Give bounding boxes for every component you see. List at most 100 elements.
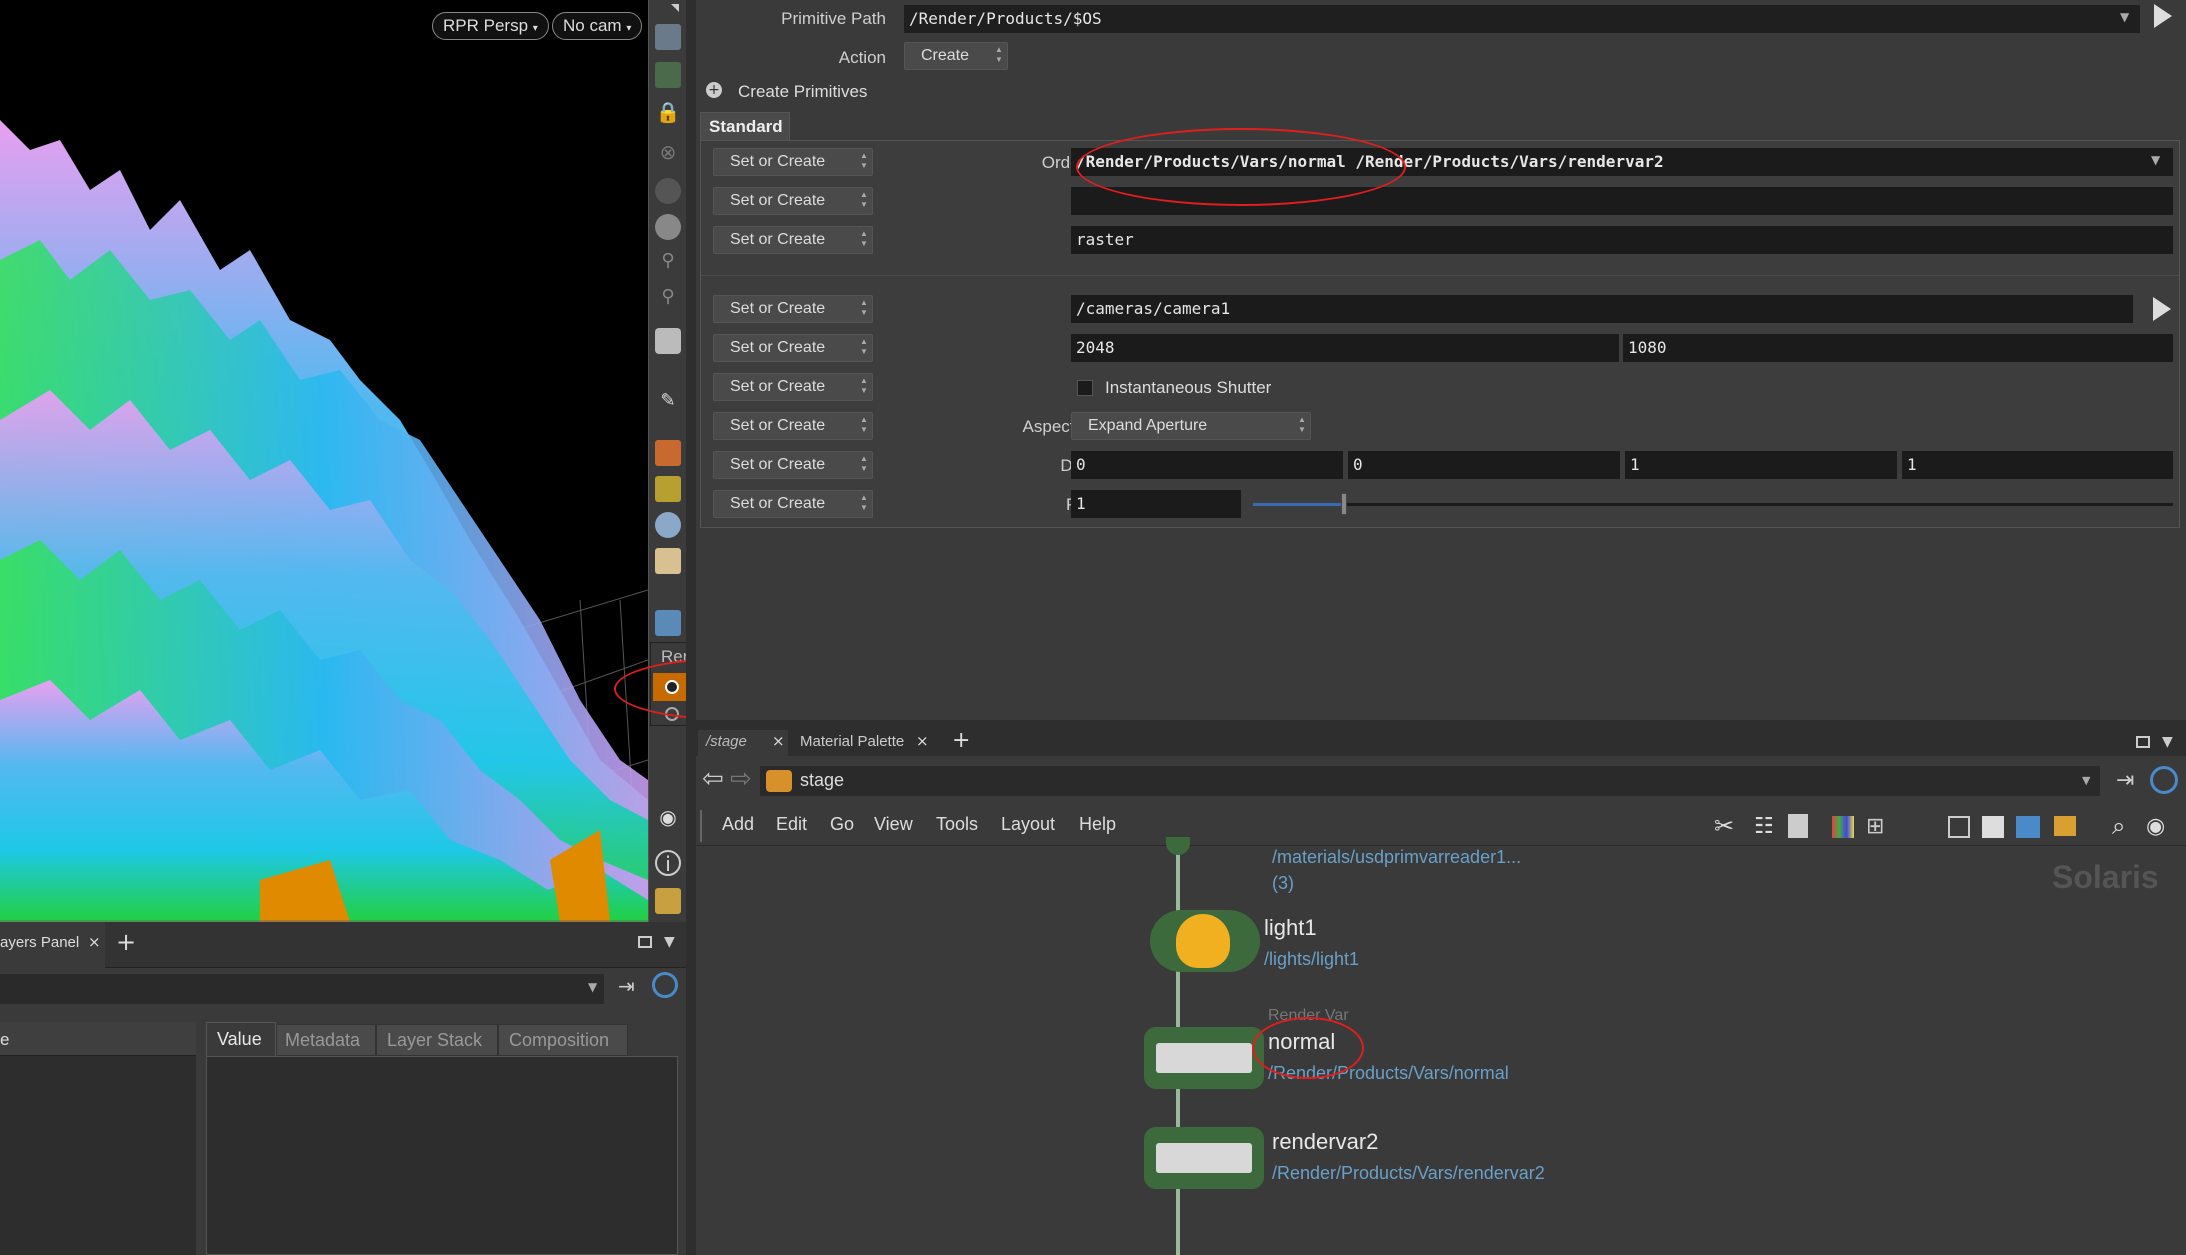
chevron-down-icon[interactable]: ▼ [2120, 10, 2129, 24]
chevron-down-icon[interactable]: ▼ [2162, 734, 2173, 750]
lock-icon[interactable]: 🔒 [655, 100, 681, 126]
info-icon[interactable]: i [655, 850, 681, 876]
pick-arrow-icon[interactable] [2153, 297, 2171, 321]
render-var-node-normal[interactable] [1144, 1027, 1264, 1089]
resolution-y-field[interactable]: 1080 [1623, 334, 2173, 362]
primitive-path-field[interactable]: /Render/Products/$OS [904, 5, 2140, 33]
data-window-field-3[interactable]: 1 [1902, 451, 2173, 479]
node-name-rendervar2[interactable]: rendervar2 [1272, 1129, 1378, 1155]
link-icon[interactable] [652, 972, 678, 998]
tab-composition[interactable]: Composition [498, 1024, 628, 1056]
pick-arrow-icon[interactable] [2154, 4, 2172, 28]
set-or-create-menu[interactable]: Set or Create [713, 334, 873, 362]
network-box-icon[interactable] [1948, 816, 1970, 838]
snap-icon[interactable] [655, 476, 681, 502]
action-menu[interactable]: Create [904, 42, 1008, 70]
close-icon[interactable]: × [88, 933, 101, 951]
tree-icon[interactable]: ☷ [1754, 814, 1774, 839]
menu-tools[interactable]: Tools [936, 814, 978, 835]
tab-layers-panel[interactable]: ayers Panel × [0, 922, 105, 968]
render-outputs-icon[interactable] [655, 610, 681, 636]
node-path-light[interactable]: /lights/light1 [1264, 949, 1359, 970]
aspect-ratio-menu[interactable]: Expand Aperture [1071, 412, 1311, 440]
resolution-x-field[interactable]: 2048 [1071, 334, 1619, 362]
product-type-field[interactable]: raster [1071, 226, 2173, 254]
close-icon[interactable]: × [772, 732, 785, 750]
eye-icon[interactable]: ◉ [655, 805, 681, 831]
forward-arrow-icon[interactable]: ⇨ [730, 764, 752, 794]
visibility-icon[interactable] [655, 62, 681, 88]
tab-stage[interactable]: /stage × [698, 730, 788, 756]
chevron-down-icon[interactable]: ▼ [664, 934, 675, 950]
add-tab-icon[interactable]: + [952, 728, 970, 753]
menu-go[interactable]: Go [830, 814, 854, 835]
menu-layout[interactable]: Layout [1001, 814, 1055, 835]
create-primitives-label[interactable]: Create Primitives [738, 82, 867, 102]
chevron-down-icon[interactable]: ▼ [588, 980, 597, 994]
chevron-down-icon[interactable]: ▼ [2082, 774, 2090, 787]
link-icon[interactable] [2150, 766, 2178, 794]
menu-help[interactable]: Help [1079, 814, 1116, 835]
horizontal-splitter[interactable] [696, 720, 2186, 730]
paint-icon[interactable] [655, 440, 681, 466]
search-icon[interactable]: ⌕ [2112, 812, 2125, 840]
data-window-field-2[interactable]: 1 [1625, 451, 1897, 479]
light-icon[interactable] [655, 214, 681, 240]
pin-icon[interactable]: ⇥ [618, 974, 635, 998]
instantaneous-shutter-checkbox[interactable] [1077, 380, 1093, 396]
diamond-icon[interactable] [655, 548, 681, 574]
camera-icon[interactable] [655, 328, 681, 354]
maximize-icon[interactable] [638, 936, 652, 948]
eye-icon[interactable]: ◉ [2146, 814, 2165, 839]
data-window-field-1[interactable]: 0 [1348, 451, 1620, 479]
tab-layer-stack[interactable]: Layer Stack [376, 1024, 498, 1056]
set-or-create-menu[interactable]: Set or Create [713, 490, 873, 518]
pin-icon[interactable]: ⚲ [655, 250, 681, 276]
set-or-create-menu[interactable]: Set or Create [713, 295, 873, 323]
camera-menu-button[interactable]: RPR Persp ▾ [432, 12, 549, 40]
image-icon[interactable] [2016, 816, 2040, 838]
expand-arrow-icon[interactable] [671, 4, 679, 12]
tab-metadata[interactable]: Metadata [276, 1024, 376, 1056]
network-canvas[interactable]: Solaris /materials/usdprimvarreader1... … [696, 837, 2186, 1255]
close-circle-icon[interactable]: ⊗ [655, 140, 681, 166]
layout-icon[interactable] [655, 888, 681, 914]
wrench-icon[interactable]: ✂ [1714, 812, 1734, 840]
list-icon[interactable] [1788, 814, 1808, 838]
node-path-rendervar2[interactable]: /Render/Products/Vars/rendervar2 [1272, 1163, 1545, 1184]
set-or-create-menu[interactable]: Set or Create [713, 148, 873, 176]
display-options-icon[interactable] [655, 24, 681, 50]
expand-plus-icon[interactable]: + [706, 82, 722, 98]
data-window-field-0[interactable]: 0 [1071, 451, 1343, 479]
light-node[interactable] [1150, 910, 1260, 972]
camera-field[interactable]: /cameras/camera1 [1071, 295, 2133, 323]
tab-value[interactable]: Value [206, 1022, 276, 1056]
tab-material-palette[interactable]: Material Palette × [792, 730, 934, 756]
cam-menu-button[interactable]: No cam ▾ [552, 12, 643, 40]
render-var-node-rendervar2[interactable] [1144, 1127, 1264, 1189]
node-path-top[interactable]: /materials/usdprimvarreader1... [1272, 847, 1521, 868]
panel-splitter[interactable] [686, 0, 696, 1255]
sphere-icon[interactable] [655, 178, 681, 204]
folder-icon[interactable] [2054, 816, 2076, 836]
path-input[interactable] [0, 974, 604, 1004]
chevron-down-icon[interactable]: ▼ [2151, 153, 2160, 167]
set-or-create-menu[interactable]: Set or Create [713, 412, 873, 440]
sticky-note-icon[interactable] [1982, 816, 2004, 838]
pin-icon[interactable]: ⇥ [2116, 768, 2134, 793]
color-palette-icon[interactable] [1832, 816, 1854, 838]
set-or-create-menu[interactable]: Set or Create [713, 226, 873, 254]
maximize-icon[interactable] [2136, 736, 2150, 748]
close-icon[interactable]: × [916, 732, 929, 750]
pixel-aspect-slider-track[interactable] [1253, 503, 2173, 506]
group-icon[interactable] [655, 512, 681, 538]
menu-add[interactable]: Add [722, 814, 754, 835]
back-arrow-icon[interactable]: ⇦ [702, 764, 724, 794]
network-path-bar[interactable]: stage ▼ [760, 766, 2100, 796]
add-tab-icon[interactable]: + [116, 928, 136, 956]
grid-icon[interactable]: ⊞ [1866, 814, 1884, 839]
set-or-create-menu[interactable]: Set or Create [713, 451, 873, 479]
set-or-create-menu[interactable]: Set or Create [713, 373, 873, 401]
pixel-aspect-slider-handle[interactable] [1341, 493, 1347, 515]
set-or-create-menu[interactable]: Set or Create [713, 187, 873, 215]
